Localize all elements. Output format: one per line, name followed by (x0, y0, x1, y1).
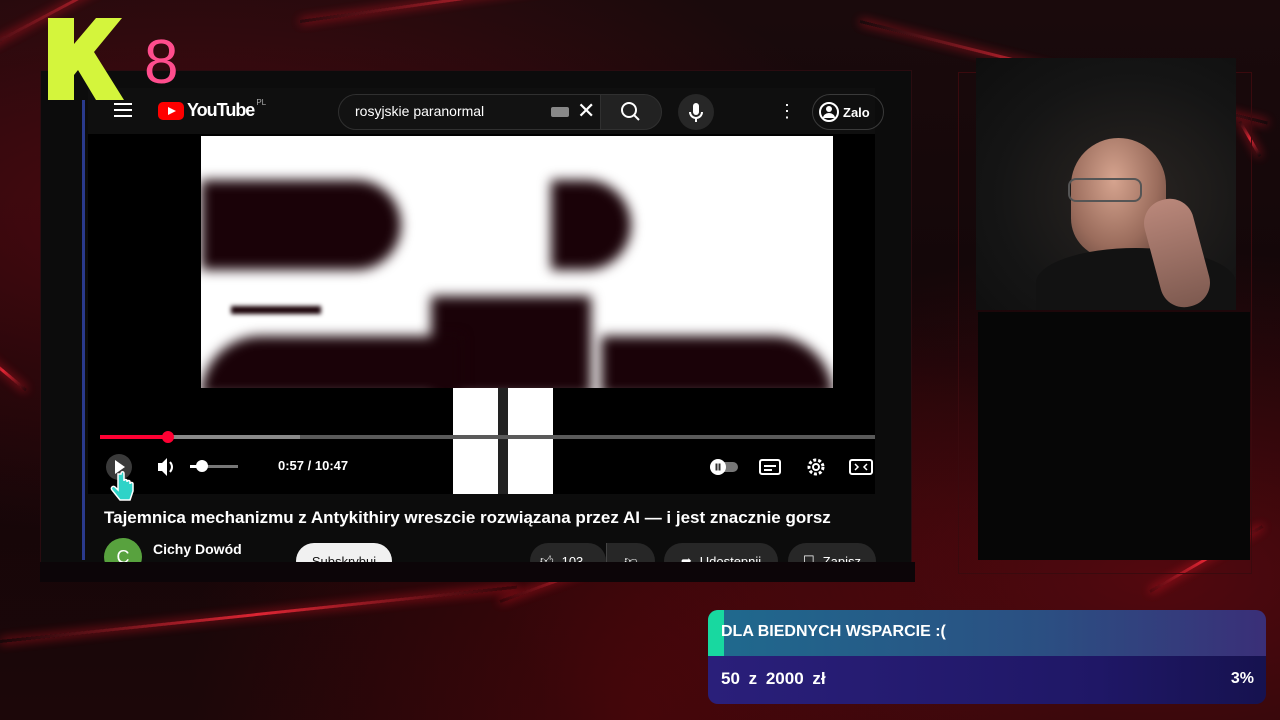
video-dark-shape (201, 336, 461, 388)
channel-name[interactable]: Cichy Dowód (153, 541, 242, 557)
clear-search-icon[interactable]: ✕ (577, 99, 595, 123)
goal-amount: 50 z 2000 zł (721, 669, 826, 688)
browser-edge-bar (82, 100, 85, 560)
youtube-play-logo-icon (158, 101, 184, 120)
time-display: 0:57 / 10:47 (278, 458, 349, 473)
video-title: Tajemnica mechanizmu z Antykithiry wresz… (104, 508, 831, 527)
video-dark-shape (601, 336, 833, 388)
account-icon (819, 102, 839, 122)
frame-bottom-edge (40, 562, 915, 582)
search-button[interactable] (600, 94, 662, 130)
subtitles-button[interactable] (758, 454, 782, 480)
theater-icon (849, 459, 873, 475)
goal-title: DLA BIEDNYCH WSPARCIE :( (721, 623, 946, 640)
progress-bar[interactable] (100, 431, 875, 443)
voice-search-button[interactable] (678, 94, 714, 130)
video-dark-shape (551, 180, 631, 270)
volume-button[interactable] (155, 454, 179, 480)
microphone-icon (689, 103, 703, 122)
red-light-streak (299, 0, 796, 23)
settings-button[interactable] (804, 454, 828, 480)
search-box: ✕ (338, 94, 602, 130)
red-light-streak (0, 350, 27, 392)
autoplay-toggle[interactable] (708, 454, 740, 480)
channel-logo: 8 K (44, 14, 184, 104)
red-light-streak (0, 585, 518, 643)
volume-handle[interactable] (196, 460, 208, 472)
theater-mode-button[interactable] (848, 454, 874, 480)
webcam-feed (976, 58, 1236, 310)
glasses-shape (1068, 178, 1142, 202)
video-dark-shape (231, 306, 321, 314)
progress-played (100, 435, 168, 439)
progress-scrubber[interactable] (162, 431, 174, 443)
logo-number: 8 (144, 28, 179, 97)
gear-icon (807, 458, 825, 476)
video-player[interactable] (88, 134, 875, 494)
goal-percent: 3% (1230, 670, 1254, 687)
donation-goal-widget: DLA BIEDNYCH WSPARCIE :( 50 z 2000 zł 3% (708, 610, 1266, 704)
youtube-wordmark: YouTube (187, 100, 255, 120)
search-input[interactable] (353, 102, 547, 120)
hand-cursor-icon (110, 470, 136, 501)
menu-icon[interactable] (114, 103, 132, 117)
keyboard-icon[interactable] (551, 107, 569, 117)
youtube-header: YouTube PL ✕ ⋮ Zalo (88, 88, 884, 134)
video-frame (201, 136, 833, 388)
search-icon (621, 102, 640, 121)
autoplay-icon (710, 459, 738, 475)
more-options-icon[interactable]: ⋮ (778, 98, 796, 124)
video-frame-line (498, 388, 508, 494)
volume-icon (158, 458, 173, 476)
subtitles-icon (759, 459, 781, 475)
webcam-panel-bottom (978, 312, 1250, 560)
video-dark-shape (201, 180, 401, 270)
sign-in-label: Zalo (843, 104, 870, 120)
sign-in-button[interactable]: Zalo (812, 94, 884, 130)
region-code: PL (256, 98, 267, 107)
